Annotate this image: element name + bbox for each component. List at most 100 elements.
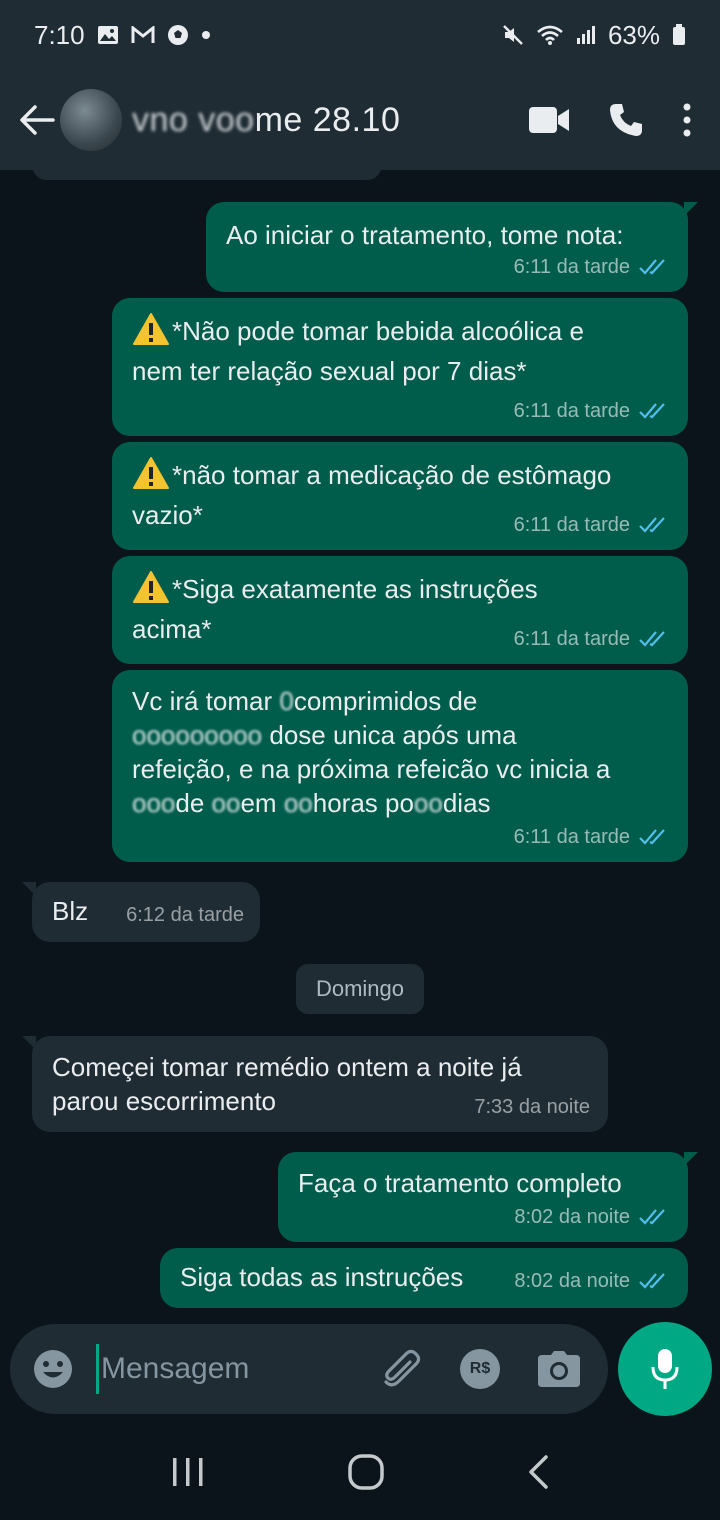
- message-text: Ao iniciar o tratamento, tome nota:: [226, 220, 624, 250]
- voice-call-button[interactable]: [608, 102, 644, 138]
- contact-avatar[interactable]: [60, 89, 122, 151]
- phone-icon: [610, 104, 642, 136]
- attach-button[interactable]: [380, 1348, 422, 1390]
- battery-icon: [672, 24, 686, 46]
- system-navigation-bar: [0, 1424, 720, 1520]
- message-text-fragment: em: [240, 788, 284, 818]
- signal-icon: [576, 25, 596, 45]
- notification-dot-icon: [201, 30, 211, 40]
- home-icon: [348, 1454, 384, 1490]
- battery-percent: 63%: [607, 19, 660, 50]
- message-time: 6:12 da tarde: [126, 904, 244, 926]
- microphone-icon: [651, 1349, 679, 1389]
- message-text-line: *Siga exatamente as instruções: [172, 574, 538, 604]
- message-time: 8:02 da noite: [514, 1270, 630, 1292]
- message-text-line: acima*: [132, 614, 212, 644]
- status-bar: 7:10 63%: [0, 0, 720, 70]
- message-time: 6:11 da tarde: [513, 256, 630, 278]
- mute-icon: [502, 24, 524, 46]
- nav-back-button[interactable]: [526, 1454, 550, 1490]
- message-composer: R$: [10, 1324, 608, 1414]
- voice-message-button[interactable]: [618, 1322, 712, 1416]
- redacted-text: ooooooooo: [132, 720, 263, 750]
- message-text-line: nem ter relação sexual por 7 dias*: [132, 356, 527, 386]
- back-arrow-icon: [20, 105, 55, 135]
- message-text-fragment: Vc irá tomar: [132, 686, 280, 716]
- redacted-text: oo: [283, 788, 313, 818]
- read-ticks-icon: [638, 630, 670, 648]
- message-outgoing[interactable]: *Siga exatamente as instruções acima* 6:…: [112, 556, 688, 664]
- warning-icon: [132, 570, 170, 612]
- message-text-fragment: de: [175, 788, 212, 818]
- message-text: Faça o tratamento completo: [298, 1168, 622, 1198]
- message-text-line: vazio*: [132, 500, 203, 530]
- video-call-icon: [529, 107, 569, 133]
- warning-icon: [132, 312, 170, 354]
- camera-icon: [538, 1351, 580, 1387]
- message-body: *Não pode tomar bebida alcoólica e nem t…: [132, 312, 670, 388]
- emoji-button[interactable]: [32, 1348, 74, 1390]
- redacted-text: oo: [211, 788, 241, 818]
- message-outgoing[interactable]: Vc irá tomar 0comprimidos de ooooooooo d…: [112, 670, 688, 862]
- contact-name-obscured: vno voo: [132, 100, 255, 139]
- message-time: 7:33 da noite: [474, 1096, 590, 1118]
- message-input[interactable]: [96, 1344, 336, 1394]
- message-body: Vc irá tomar 0comprimidos de ooooooooo d…: [132, 684, 670, 820]
- back-button[interactable]: [8, 91, 66, 149]
- redacted-text: 0: [279, 686, 294, 716]
- read-ticks-icon: [638, 828, 670, 846]
- read-ticks-icon: [638, 516, 670, 534]
- message-time: 6:11 da tarde: [513, 826, 630, 848]
- warning-icon: [132, 456, 170, 498]
- read-ticks-icon: [638, 402, 670, 420]
- message-outgoing[interactable]: Faça o tratamento completo 8:02 da noite: [278, 1152, 698, 1242]
- message-text-line: *Não pode tomar bebida alcoólica e: [172, 316, 584, 346]
- message-text-fragment: dias: [442, 788, 491, 818]
- nav-back-icon: [528, 1455, 548, 1489]
- redacted-text: oo: [413, 788, 443, 818]
- recent-apps-icon: [173, 1458, 203, 1486]
- gallery-icon: [97, 25, 119, 45]
- chat-header: vno voome 28.10: [0, 70, 720, 170]
- message-time: 8:02 da noite: [514, 1206, 630, 1228]
- message-text: Blz: [52, 896, 89, 926]
- status-time: 7:10: [34, 19, 85, 50]
- message-text-fragment: dose unica após uma: [262, 720, 517, 750]
- message-outgoing[interactable]: Ao iniciar o tratamento, tome nota: 6:11…: [206, 202, 698, 292]
- message-outgoing[interactable]: *não tomar a medicação de estômago vazio…: [112, 442, 688, 550]
- message-text-line: parou escorrimento: [52, 1086, 276, 1116]
- partial-message-bubble: [32, 170, 382, 180]
- home-button[interactable]: [347, 1453, 385, 1491]
- read-ticks-icon: [638, 1208, 670, 1226]
- message-time: 6:11 da tarde: [513, 514, 630, 536]
- message-incoming[interactable]: Começei tomar remédio ontem a noite já p…: [22, 1036, 608, 1132]
- date-separator: Domingo: [296, 964, 424, 1014]
- video-call-button[interactable]: [528, 106, 570, 134]
- message-text-line: *não tomar a medicação de estômago: [172, 460, 612, 490]
- message-time: 6:11 da tarde: [513, 400, 630, 422]
- contact-name[interactable]: vno voome 28.10: [132, 101, 400, 140]
- message-outgoing[interactable]: *Não pode tomar bebida alcoólica e nem t…: [112, 298, 688, 436]
- message-text-fragment: refeição, e na próxima refeicão vc inici…: [132, 754, 611, 784]
- more-options-button[interactable]: [682, 103, 692, 137]
- message-incoming[interactable]: Blz 6:12 da tarde: [22, 882, 260, 942]
- recent-apps-button[interactable]: [170, 1456, 206, 1488]
- soccer-ball-icon: [167, 24, 189, 46]
- message-outgoing[interactable]: Siga todas as instruções 8:02 da noite: [160, 1248, 688, 1308]
- contact-name-visible: me 28.10: [254, 100, 401, 139]
- redacted-text: ooo: [132, 788, 176, 818]
- payment-button[interactable]: R$: [460, 1349, 500, 1389]
- message-text-line: Começei tomar remédio ontem a noite já: [52, 1052, 522, 1082]
- read-ticks-icon: [638, 258, 670, 276]
- chat-messages[interactable]: Ao iniciar o tratamento, tome nota: 6:11…: [0, 170, 720, 1320]
- message-text: Siga todas as instruções: [180, 1262, 464, 1292]
- more-vertical-icon: [683, 103, 691, 137]
- gmail-icon: [131, 26, 155, 44]
- rs-payment-icon: R$: [469, 1360, 491, 1377]
- message-text-fragment: horas po: [312, 788, 414, 818]
- wifi-icon: [536, 24, 564, 46]
- emoji-icon: [34, 1350, 72, 1388]
- read-ticks-icon: [638, 1272, 670, 1290]
- camera-button[interactable]: [538, 1351, 580, 1387]
- message-text-fragment: comprimidos de: [293, 686, 478, 716]
